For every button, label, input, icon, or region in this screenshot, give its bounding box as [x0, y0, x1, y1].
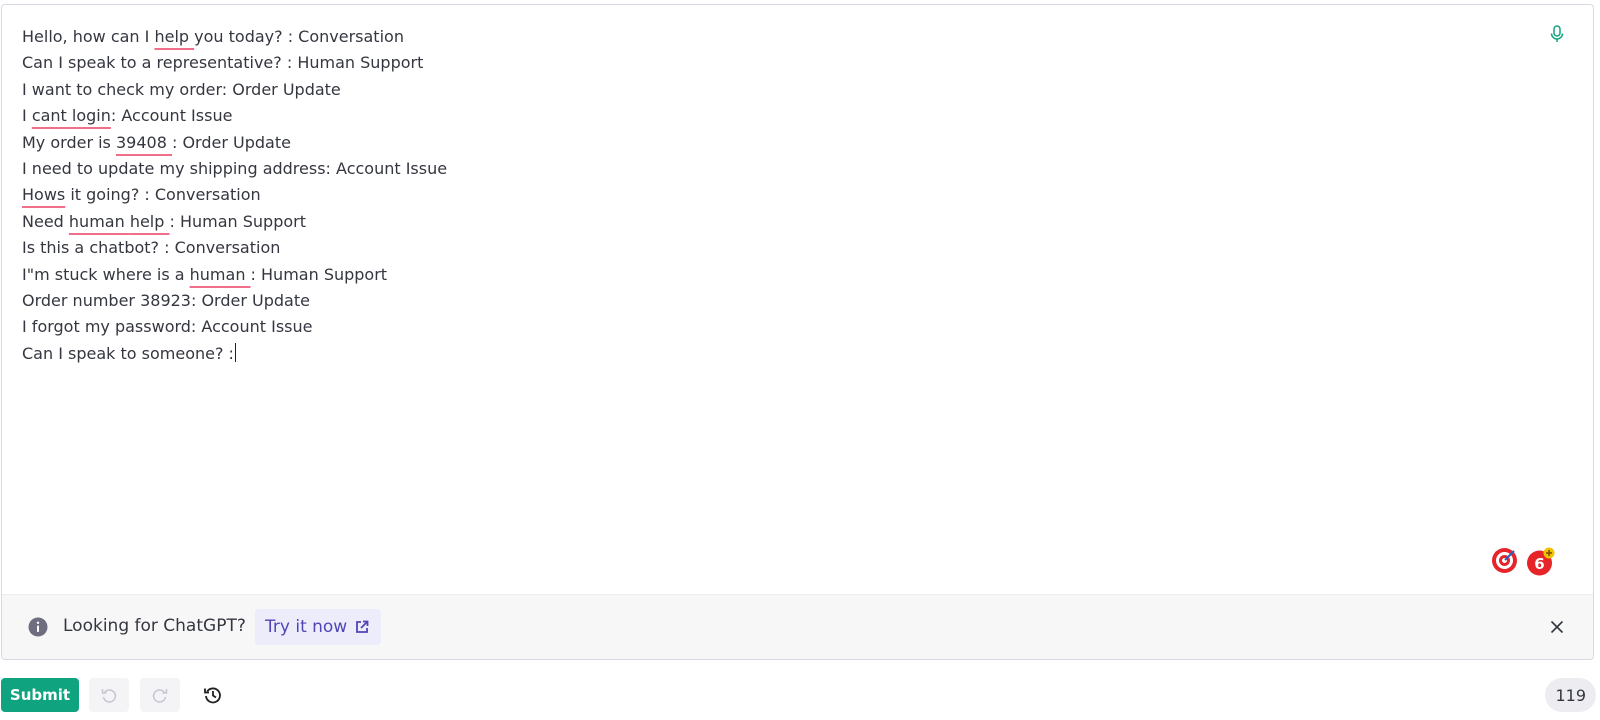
undo-icon [101, 689, 117, 703]
undo-button[interactable] [89, 678, 129, 712]
editor-line: Can I speak to a representative? : Human… [22, 53, 424, 73]
try-it-now-label: Try it now [265, 617, 348, 637]
text-caret [234, 342, 236, 362]
spellcheck-underline: help [129, 211, 170, 231]
browser-extension-icons: 6 [1491, 547, 1555, 576]
banner-text: Looking for ChatGPT? [63, 616, 246, 636]
editor-line: Can I speak to someone? : [22, 342, 236, 363]
spellcheck-underline: cant login [31, 106, 111, 126]
editor-line: I forgot my password: Account Issue [22, 317, 313, 337]
microphone-icon[interactable] [1549, 25, 1565, 43]
editor-line: I cant login: Account Issue [22, 106, 233, 126]
editor-line: Is this a chatbot? : Conversation [22, 238, 281, 258]
redo-button[interactable] [140, 678, 180, 712]
close-icon[interactable] [1549, 619, 1565, 635]
spellcheck-underline: help [154, 27, 195, 46]
spellcheck-underline: human [189, 264, 251, 284]
history-icon [204, 687, 221, 704]
spellcheck-underline: Hows [22, 185, 66, 205]
redo-icon [152, 689, 168, 703]
submit-button[interactable]: Submit [1, 678, 79, 712]
history-button[interactable] [193, 678, 233, 712]
six-plus-extension-icon[interactable]: 6 [1526, 547, 1555, 576]
editor-line: Order number 38923: Order Update [22, 290, 310, 310]
prompt-textarea[interactable]: Hello, how can I help you today? : Conve… [22, 24, 1502, 367]
external-link-icon [356, 620, 369, 633]
spellcheck-underline: human [68, 211, 130, 231]
try-chatgpt-link[interactable]: Try it now [255, 609, 382, 645]
editor-line: I need to update my shipping address: Ac… [22, 158, 448, 178]
editor-line: I"m stuck where is a human : Human Suppo… [22, 264, 388, 284]
editor-line: Hows it going? : Conversation [22, 185, 261, 205]
editor-line: Need human help : Human Support [22, 211, 306, 231]
svg-text:6: 6 [1534, 555, 1544, 573]
editor-line: My order is 39408 : Order Update [22, 132, 291, 152]
prompt-editor[interactable]: Hello, how can I help you today? : Conve… [1, 4, 1594, 660]
editor-toolbar: Submit 119 [0, 678, 1600, 714]
editor-line: I want to check my order: Order Update [22, 79, 341, 99]
target-extension-icon[interactable] [1491, 547, 1518, 574]
token-count-badge: 119 [1545, 678, 1596, 712]
chatgpt-promo-banner: Looking for ChatGPT? Try it now [2, 594, 1593, 659]
info-icon [28, 617, 48, 637]
editor-line: Hello, how can I help you today? : Conve… [22, 27, 404, 46]
spellcheck-underline: 39408 [115, 132, 172, 152]
